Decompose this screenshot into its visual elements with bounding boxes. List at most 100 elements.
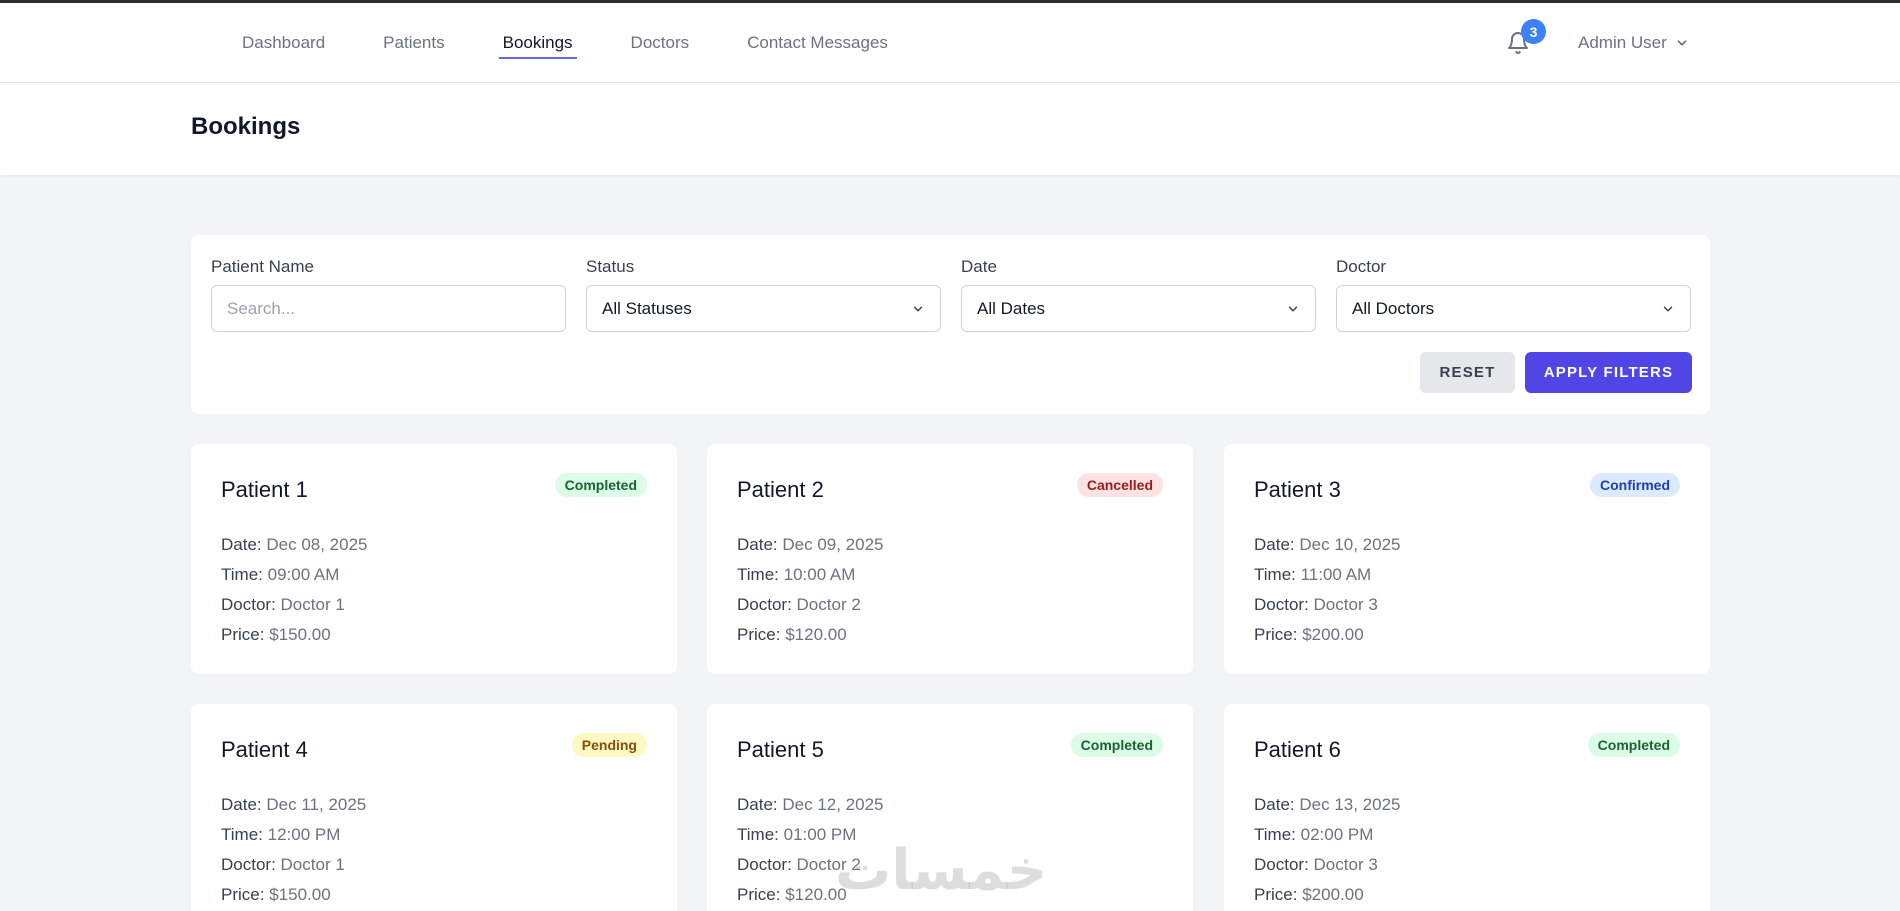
booking-time: 12:00 PM [267, 825, 341, 844]
patient-name: Patient 2 [737, 477, 824, 502]
time-label: Time: [1254, 565, 1296, 584]
doctor-label: Doctor: [737, 595, 792, 614]
booking-card[interactable]: Patient 4 Pending Date: Dec 11, 2025 Tim… [191, 704, 677, 911]
date-select-value: All Dates [977, 298, 1046, 318]
chevron-down-icon [1677, 40, 1687, 46]
booking-price: $120.00 [785, 625, 847, 644]
time-label: Time: [221, 565, 263, 584]
price-label: Price: [1254, 885, 1298, 904]
patient-name: Patient 4 [221, 737, 308, 762]
booking-doctor: Doctor 1 [280, 595, 345, 614]
status-select[interactable]: All Statuses [586, 285, 941, 332]
doctor-label: Doctor: [221, 595, 276, 614]
booking-card[interactable]: Patient 3 Confirmed Date: Dec 10, 2025 T… [1224, 444, 1710, 674]
chevron-down-icon [1288, 306, 1298, 311]
price-label: Price: [221, 885, 265, 904]
date-label: Date: [221, 795, 262, 814]
doctor-label: Doctor: [221, 855, 276, 874]
booking-time: 09:00 AM [267, 565, 340, 584]
status-filter: Status All Statuses [586, 257, 941, 332]
apply-filters-button[interactable]: APPLY FILTERS [1525, 352, 1692, 393]
booking-date: Dec 09, 2025 [782, 535, 884, 554]
nav-link-dashboard[interactable]: Dashboard [238, 27, 329, 59]
booking-doctor: Doctor 3 [1313, 595, 1378, 614]
chevron-down-icon [1663, 306, 1673, 311]
date-select[interactable]: All Dates [961, 285, 1316, 332]
page-title: Bookings [191, 113, 301, 140]
nav-link-bookings[interactable]: Bookings [498, 27, 577, 59]
booking-time: 02:00 PM [1300, 825, 1374, 844]
page-header: Bookings [0, 83, 1900, 175]
nav-link-doctors[interactable]: Doctors [627, 27, 694, 59]
date-label: Date [961, 257, 997, 276]
booking-details: Date: Dec 13, 2025 Time: 02:00 PM Doctor… [1254, 790, 1401, 910]
booking-date: Dec 11, 2025 [266, 795, 367, 814]
booking-date: Dec 13, 2025 [1299, 795, 1401, 814]
booking-details: Date: Dec 10, 2025 Time: 11:00 AM Doctor… [1254, 530, 1401, 650]
status-badge: Completed [1070, 733, 1163, 757]
nav-link-contact-messages[interactable]: Contact Messages [743, 27, 892, 59]
booking-card[interactable]: Patient 1 Completed Date: Dec 08, 2025 T… [191, 444, 677, 674]
status-select-value: All Statuses [602, 298, 692, 318]
time-label: Time: [737, 825, 779, 844]
price-label: Price: [737, 625, 781, 644]
date-label: Date: [737, 795, 778, 814]
patient-name-filter: Patient Name [211, 257, 566, 332]
date-label: Date: [737, 535, 778, 554]
user-menu[interactable]: Admin User [1578, 33, 1689, 53]
booking-details: Date: Dec 11, 2025 Time: 12:00 PM Doctor… [221, 790, 366, 910]
booking-doctor: Doctor 1 [280, 855, 345, 874]
doctor-label: Doctor [1336, 257, 1387, 276]
price-label: Price: [1254, 625, 1298, 644]
booking-date: Dec 10, 2025 [1299, 535, 1401, 554]
booking-doctor: Doctor 3 [1313, 855, 1378, 874]
booking-time: 11:00 AM [1300, 565, 1372, 584]
patient-name: Patient 3 [1254, 477, 1341, 502]
booking-price: $200.00 [1302, 625, 1364, 644]
doctor-select[interactable]: All Doctors [1336, 285, 1691, 332]
status-badge: Confirmed [1590, 473, 1680, 497]
nav-links: Dashboard Patients Bookings Doctors Cont… [238, 3, 942, 83]
doctor-label: Doctor: [1254, 595, 1309, 614]
date-label: Date: [221, 535, 262, 554]
date-filter: Date All Dates [961, 257, 1316, 332]
time-label: Time: [221, 825, 263, 844]
patient-name-field [211, 285, 566, 332]
booking-time: 10:00 AM [783, 565, 856, 584]
booking-price: $150.00 [269, 885, 331, 904]
chevron-down-icon [913, 306, 923, 311]
nav-link-patients[interactable]: Patients [379, 27, 448, 59]
price-label: Price: [221, 625, 265, 644]
booking-date: Dec 08, 2025 [266, 535, 368, 554]
patient-name: Patient 5 [737, 737, 824, 762]
time-label: Time: [737, 565, 779, 584]
doctor-label: Doctor: [1254, 855, 1309, 874]
price-label: Price: [737, 885, 781, 904]
time-label: Time: [1254, 825, 1296, 844]
booking-doctor: Doctor 2 [796, 595, 861, 614]
patient-name-label: Patient Name [211, 257, 314, 276]
booking-price: $150.00 [269, 625, 331, 644]
status-badge: Completed [1587, 733, 1680, 757]
patient-name-input[interactable] [227, 298, 550, 319]
filters-panel: Patient Name Status All Statuses Date Al… [191, 235, 1710, 414]
date-label: Date: [1254, 535, 1295, 554]
date-label: Date: [1254, 795, 1295, 814]
booking-details: Date: Dec 08, 2025 Time: 09:00 AM Doctor… [221, 530, 368, 650]
booking-card[interactable]: Patient 6 Completed Date: Dec 13, 2025 T… [1224, 704, 1710, 911]
status-badge: Pending [571, 733, 647, 757]
doctor-label: Doctor: [737, 855, 792, 874]
booking-card[interactable]: Patient 2 Cancelled Date: Dec 09, 2025 T… [707, 444, 1193, 674]
patient-name: Patient 6 [1254, 737, 1341, 762]
booking-price: $200.00 [1302, 885, 1364, 904]
notifications-button[interactable]: 3 [1506, 19, 1546, 57]
reset-button[interactable]: RESET [1420, 352, 1515, 393]
booking-details: Date: Dec 09, 2025 Time: 10:00 AM Doctor… [737, 530, 884, 650]
user-name: Admin User [1578, 33, 1667, 52]
doctor-filter: Doctor All Doctors [1336, 257, 1691, 332]
status-badge: Completed [554, 473, 647, 497]
watermark-logo: خمسات [835, 838, 1048, 903]
status-label: Status [586, 257, 635, 276]
doctor-select-value: All Doctors [1352, 298, 1435, 318]
notification-count-badge: 3 [1521, 19, 1546, 44]
